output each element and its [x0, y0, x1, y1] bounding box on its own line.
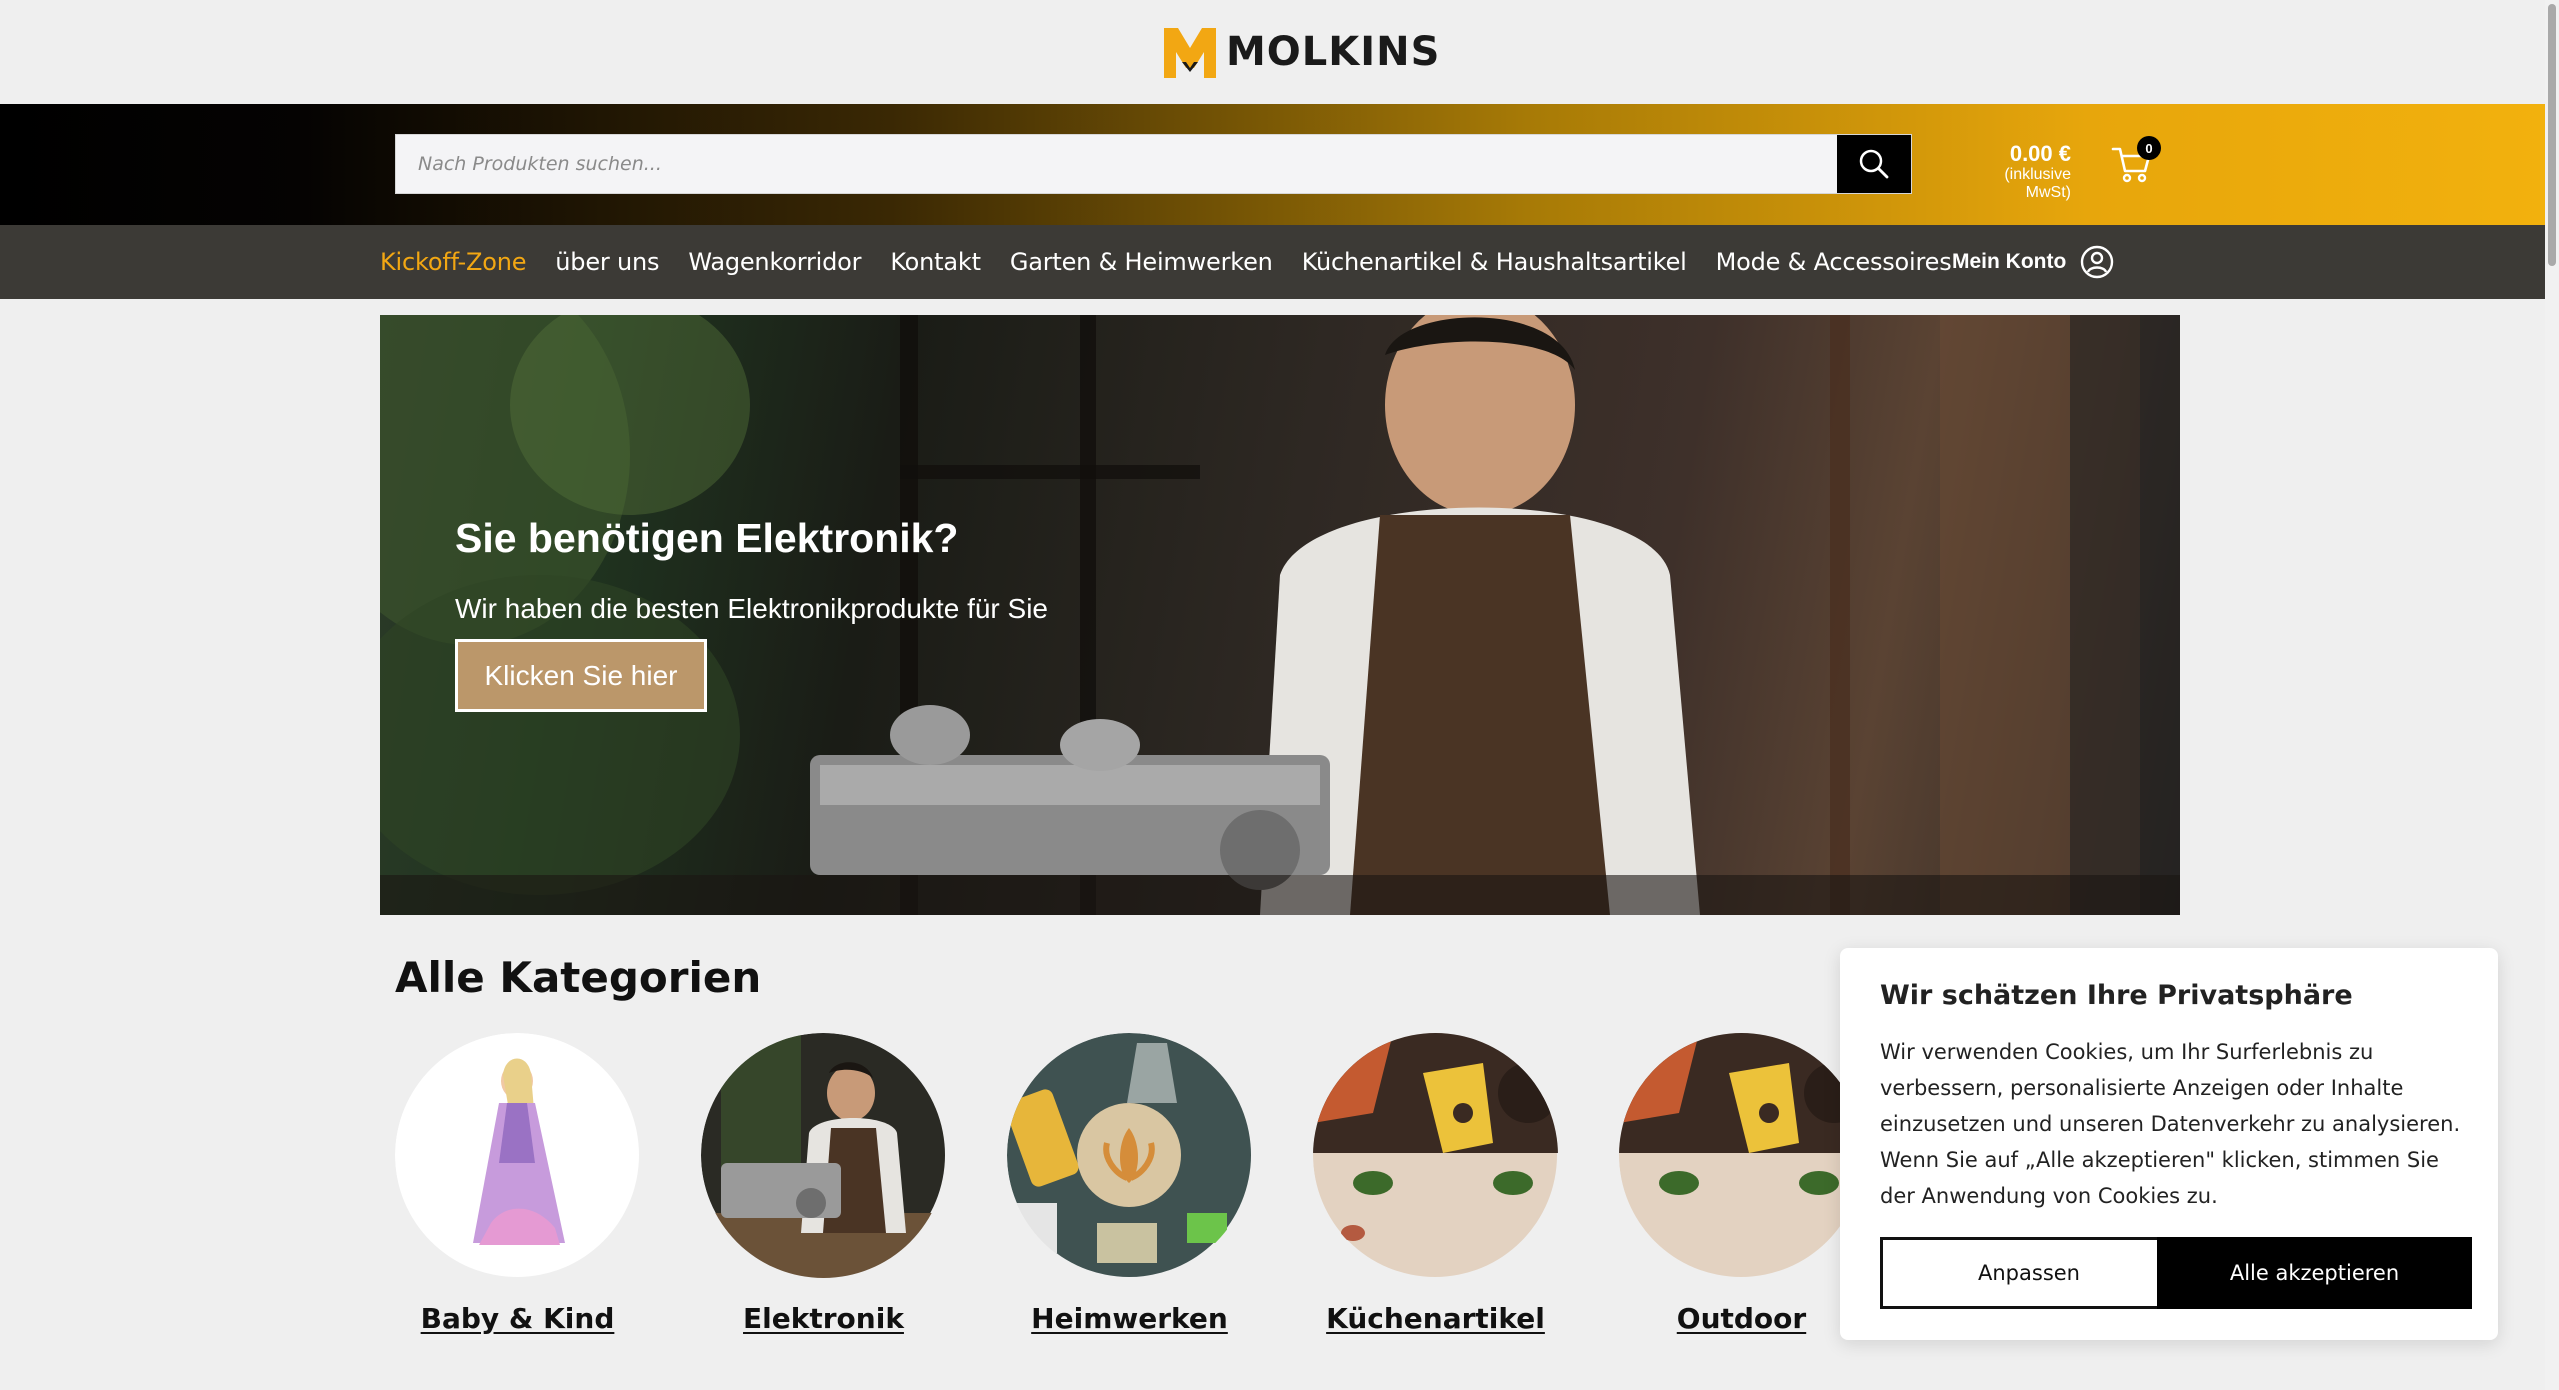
category-outdoor-image: [1619, 1033, 1864, 1277]
cookie-customize-button[interactable]: Anpassen: [1880, 1237, 2178, 1309]
nav-item-garten-heimwerken[interactable]: Garten & Heimwerken: [1010, 248, 1273, 276]
category-label: Heimwerken: [1031, 1302, 1228, 1335]
nav-item-kickoff-zone[interactable]: Kickoff-Zone: [380, 248, 526, 276]
cart-price: 0.00 € (inklusive MwSt): [1975, 142, 2071, 202]
main-nav: Kickoff-Zone über uns Wagenkorridor Kont…: [0, 225, 2545, 299]
search-box: [395, 134, 1912, 194]
category-label: Baby & Kind: [420, 1302, 615, 1335]
hero-banner: Sie benötigen Elektronik? Wir haben die …: [380, 315, 2180, 915]
cart-tax-note: (inklusive MwSt): [2004, 166, 2071, 201]
nav-menu: Kickoff-Zone über uns Wagenkorridor Kont…: [380, 225, 1981, 299]
cart[interactable]: 0.00 € (inklusive MwSt) 0: [1975, 136, 2161, 201]
page-scrollbar[interactable]: [2545, 0, 2559, 1390]
search-band: 0.00 € (inklusive MwSt) 0: [0, 104, 2545, 225]
cookie-accept-all-button[interactable]: Alle akzeptieren: [2157, 1237, 2472, 1309]
category-kuechenartikel[interactable]: Küchenartikel: [1313, 1033, 1558, 1335]
categories-title: Alle Kategorien: [395, 953, 762, 1002]
user-circle-icon: [2081, 245, 2114, 279]
category-baby-kind-image: [395, 1033, 639, 1277]
category-kuechenartikel-image: [1313, 1033, 1558, 1277]
m-logo-icon: [1164, 28, 1216, 78]
category-heimwerken[interactable]: Heimwerken: [1005, 1033, 1252, 1335]
cookie-consent-panel: Wir schätzen Ihre Privatsphäre Wir verwe…: [1840, 948, 2498, 1340]
category-outdoor[interactable]: Outdoor: [1619, 1033, 1864, 1335]
nav-item-kuechenartikel[interactable]: Küchenartikel & Haushaltsartikel: [1302, 248, 1687, 276]
search-input[interactable]: [396, 135, 1839, 193]
nav-item-ueber-uns[interactable]: über uns: [555, 248, 659, 276]
brand-logo[interactable]: MOLKINS: [1160, 22, 1440, 82]
logo-bar: MOLKINS: [0, 0, 2545, 104]
hero-title: Sie benötigen Elektronik?: [455, 515, 959, 561]
account-link[interactable]: Mein Konto: [1952, 225, 2114, 299]
cart-total: 0.00 €: [2009, 141, 2071, 166]
category-baby-kind[interactable]: Baby & Kind: [395, 1033, 640, 1335]
category-label: Küchenartikel: [1326, 1302, 1545, 1335]
scrollbar-thumb[interactable]: [2548, 4, 2556, 266]
nav-item-wagenkorridor[interactable]: Wagenkorridor: [688, 248, 861, 276]
brand-name: MOLKINS: [1226, 29, 1441, 75]
nav-item-mode-accessoires[interactable]: Mode & Accessoires: [1716, 248, 1952, 276]
category-heimwerken-image: [1005, 1033, 1251, 1277]
hero-cta-button[interactable]: Klicken Sie hier: [455, 639, 707, 712]
nav-item-kontakt[interactable]: Kontakt: [890, 248, 981, 276]
cookie-text: Wir verwenden Cookies, um Ihr Surferlebn…: [1880, 1040, 2461, 1208]
cart-count-badge: 0: [2137, 136, 2161, 160]
category-label: Outdoor: [1676, 1302, 1807, 1335]
account-label: Mein Konto: [1952, 250, 2067, 273]
category-elektronik-image: [701, 1033, 946, 1278]
category-list: Baby & Kind Elektronik Heimwerken Küchen…: [395, 1033, 1995, 1343]
category-elektronik[interactable]: Elektronik: [701, 1033, 946, 1335]
category-label: Elektronik: [743, 1302, 904, 1335]
cookie-title: Wir schätzen Ihre Privatsphäre: [1880, 980, 2353, 1011]
hero-subtitle: Wir haben die besten Elektronikprodukte …: [455, 593, 1048, 624]
search-button[interactable]: [1837, 135, 1911, 193]
search-icon: [1859, 149, 1889, 179]
